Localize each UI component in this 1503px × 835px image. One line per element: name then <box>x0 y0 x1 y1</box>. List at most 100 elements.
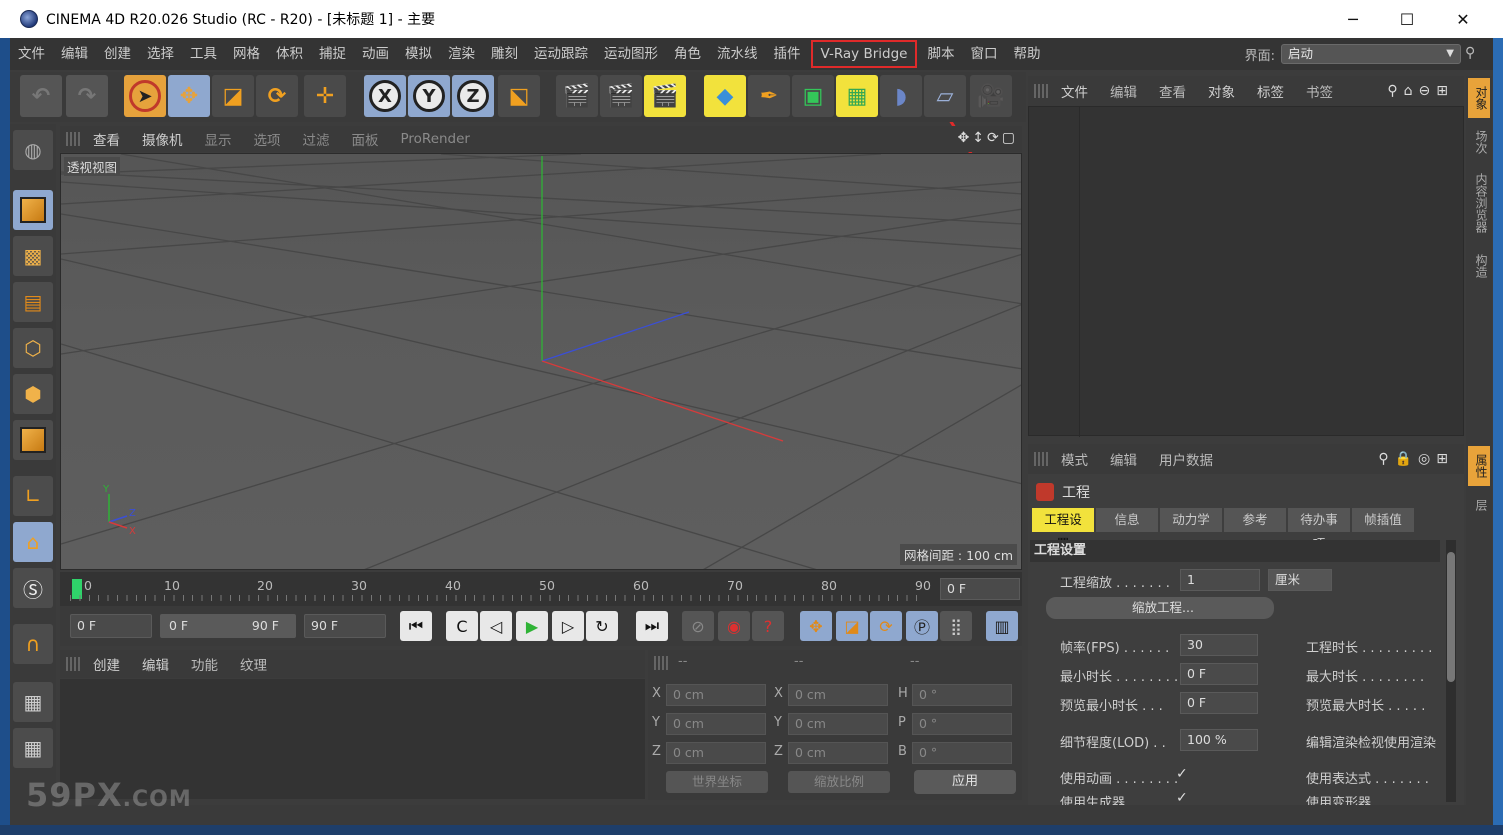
use-generators-checkbox[interactable]: ✓ <box>1176 790 1188 806</box>
menu-mograph[interactable]: 运动图形 <box>596 38 666 70</box>
solo-mode-button[interactable]: Ⓢ <box>13 568 53 608</box>
attribute-menu-mode[interactable]: 模式 <box>1050 449 1099 469</box>
workplane-mode-button[interactable]: ▤ <box>13 282 53 322</box>
viewport-nav-icons[interactable]: ✥↕⟳▢ <box>958 130 1018 146</box>
tab-dynamics[interactable]: 动力学 <box>1160 508 1222 532</box>
y-axis-lock[interactable]: Y <box>408 75 450 117</box>
tab-objects[interactable]: 对象 <box>1468 78 1490 118</box>
menu-sculpt[interactable]: 雕刻 <box>483 38 526 70</box>
position-y-field[interactable]: 0 cm <box>666 713 766 735</box>
menu-edit[interactable]: 编辑 <box>53 38 96 70</box>
tab-structure[interactable]: 构造 <box>1468 246 1490 286</box>
menu-plugins[interactable]: 插件 <box>766 38 809 70</box>
tab-project-settings[interactable]: 工程设置 <box>1032 508 1094 551</box>
scale-ratio-dropdown[interactable]: 缩放比例 <box>788 771 890 793</box>
menu-file[interactable]: 文件 <box>10 38 53 70</box>
menu-simulate[interactable]: 模拟 <box>397 38 440 70</box>
render-view-button[interactable]: 🎬 <box>556 75 598 117</box>
preview-min-field[interactable]: 0 F <box>1180 692 1258 714</box>
go-to-start-button[interactable]: ⏮ <box>400 611 432 641</box>
project-scale-unit-dropdown[interactable]: 厘米 <box>1268 569 1332 591</box>
cube-object-button[interactable]: ◆ <box>704 75 746 117</box>
menu-select[interactable]: 选择 <box>139 38 182 70</box>
close-button[interactable]: ✕ <box>1436 0 1490 38</box>
tab-attributes[interactable]: 属性 <box>1468 446 1490 486</box>
use-animation-checkbox[interactable]: ✓ <box>1176 766 1188 782</box>
attribute-manager-tool-icons[interactable]: ⚲🔒◎⊞ <box>1378 451 1454 467</box>
position-z-field[interactable]: 0 cm <box>666 742 766 764</box>
position-x-field[interactable]: 0 cm <box>666 684 766 706</box>
coordinate-system-button[interactable]: ⬕ <box>498 75 540 117</box>
menu-create[interactable]: 创建 <box>96 38 139 70</box>
snap-button[interactable]: ∩ <box>13 624 53 664</box>
object-menu-bookmarks[interactable]: 书签 <box>1295 81 1344 101</box>
viewport-menu-display[interactable]: 显示 <box>194 129 243 149</box>
make-editable-button[interactable]: ◍ <box>13 130 53 170</box>
object-manager-tool-icons[interactable]: ⚲⌂⊖⊞ <box>1387 83 1454 99</box>
timeline[interactable]: 0 10 20 30 40 50 60 70 80 90 0 F <box>60 572 1022 606</box>
menu-mesh[interactable]: 网格 <box>225 38 268 70</box>
rotation-b-field[interactable]: 0 ° <box>912 742 1012 764</box>
axis-mode-button[interactable]: ∟ <box>13 476 53 516</box>
menu-animate[interactable]: 动画 <box>354 38 397 70</box>
camera-object-button[interactable]: 🎥 <box>970 75 1012 117</box>
scale-tool[interactable]: ◪ <box>212 75 254 117</box>
rotation-p-field[interactable]: 0 ° <box>912 713 1012 735</box>
previous-key-button[interactable]: C <box>446 611 478 641</box>
rotation-key-toggle[interactable]: ⟳ <box>870 611 902 641</box>
tab-layers[interactable]: 层 <box>1468 490 1490 520</box>
viewport-menu-prorender[interactable]: ProRender <box>390 131 481 147</box>
object-menu-edit[interactable]: 编辑 <box>1099 81 1148 101</box>
menu-volume[interactable]: 体积 <box>268 38 311 70</box>
recent-tool[interactable]: ✛ <box>304 75 346 117</box>
current-frame-field[interactable]: 0 F <box>940 578 1020 600</box>
timeline-ruler[interactable]: 0 10 20 30 40 50 60 70 80 90 <box>70 575 931 603</box>
object-list-area[interactable] <box>1028 106 1464 437</box>
polygons-mode-button[interactable] <box>13 420 53 460</box>
scale-project-button[interactable]: 缩放工程... <box>1046 597 1274 619</box>
size-x-field[interactable]: 0 cm <box>788 684 888 706</box>
tab-todo[interactable]: 待办事项 <box>1288 508 1350 551</box>
menu-window[interactable]: 窗口 <box>962 38 1005 70</box>
undo-button[interactable]: ↶ <box>20 75 62 117</box>
floor-object-button[interactable]: ▱ <box>924 75 966 117</box>
object-menu-objects[interactable]: 对象 <box>1197 81 1246 101</box>
viewport-menu-cameras[interactable]: 摄像机 <box>131 129 194 149</box>
play-button[interactable]: ▶ <box>516 611 548 641</box>
object-menu-view[interactable]: 查看 <box>1148 81 1197 101</box>
menu-motion-tracking[interactable]: 运动跟踪 <box>526 38 596 70</box>
menu-tools[interactable]: 工具 <box>182 38 225 70</box>
apply-button[interactable]: 应用 <box>914 770 1016 794</box>
object-menu-tags[interactable]: 标签 <box>1246 81 1295 101</box>
perspective-viewport[interactable]: 透视视图 Y Z X 网格间距 : 100 cm <box>60 153 1022 570</box>
world-coordinates-dropdown[interactable]: 世界坐标 <box>666 771 768 793</box>
end-frame-field[interactable]: 90 F <box>304 614 386 638</box>
lock-workplane-button[interactable]: ▦ <box>13 682 53 722</box>
next-key-button[interactable]: ↻ <box>586 611 618 641</box>
tab-takes[interactable]: 场次 <box>1468 122 1490 162</box>
autokeying-button[interactable]: ◉ <box>718 611 750 641</box>
material-menu-function[interactable]: 功能 <box>180 654 229 674</box>
cloner-button[interactable]: ▦ <box>836 75 878 117</box>
minimize-button[interactable]: ─ <box>1326 0 1380 38</box>
menu-character[interactable]: 角色 <box>666 38 709 70</box>
size-y-field[interactable]: 0 cm <box>788 713 888 735</box>
search-icon[interactable]: ⚲ <box>1465 45 1483 63</box>
menu-snap[interactable]: 捕捉 <box>311 38 354 70</box>
project-scale-field[interactable]: 1 <box>1180 569 1260 591</box>
object-menu-file[interactable]: 文件 <box>1050 81 1099 101</box>
viewport-menu-view[interactable]: 查看 <box>82 129 131 149</box>
next-frame-button[interactable]: ▷ <box>552 611 584 641</box>
x-axis-lock[interactable]: X <box>364 75 406 117</box>
model-mode-button[interactable] <box>13 190 53 230</box>
keyframe-selection-button[interactable]: ? <box>752 611 784 641</box>
subdivision-button[interactable]: ▣ <box>792 75 834 117</box>
render-picture-viewer-button[interactable]: 🎬 <box>600 75 642 117</box>
deformer-button[interactable]: ◗ <box>880 75 922 117</box>
rotation-h-field[interactable]: 0 ° <box>912 684 1012 706</box>
menu-pipeline[interactable]: 流水线 <box>709 38 766 70</box>
rotate-tool[interactable]: ⟳ <box>256 75 298 117</box>
menu-vray-bridge[interactable]: V-Ray Bridge <box>810 40 918 68</box>
viewport-menu-panel[interactable]: 面板 <box>341 129 390 149</box>
live-selection-tool[interactable]: ➤ <box>124 75 166 117</box>
